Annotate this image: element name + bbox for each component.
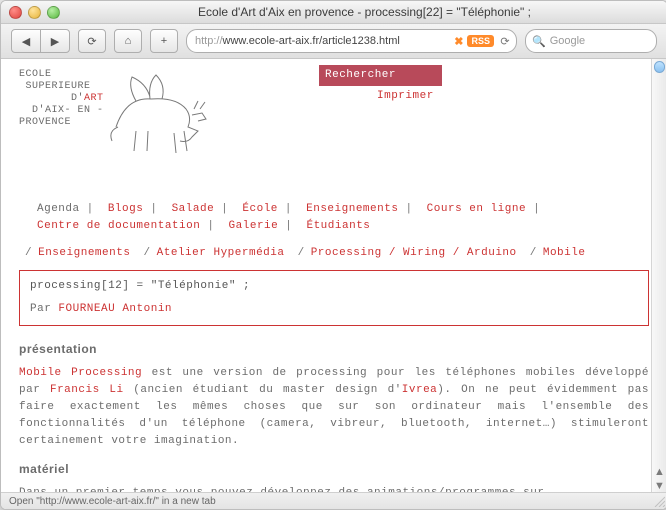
author-link[interactable]: FOURNEAU Antonin: [58, 303, 172, 315]
article-byline: Par FOURNEAU Antonin: [30, 301, 638, 318]
address-bar[interactable]: http://www.ecole-art-aix.fr/article1238.…: [186, 29, 517, 53]
crumb-mobile[interactable]: Mobile: [543, 247, 586, 259]
menu-item-galerie[interactable]: Galerie: [229, 220, 279, 232]
menu-item-agenda[interactable]: Agenda: [37, 203, 80, 215]
crumb-processing[interactable]: Processing / Wiring / Arduino: [311, 247, 517, 259]
section-materiel-title: matériel: [19, 460, 649, 479]
crumb-enseignements[interactable]: Enseignements: [38, 247, 130, 259]
main-menu: Agenda| Blogs| Salade| École| Enseigneme…: [19, 201, 649, 235]
window-title: Ecole d'Art d'Aix en provence - processi…: [70, 5, 659, 19]
scroll-up-icon[interactable]: ▲: [652, 465, 666, 479]
link-francis-li[interactable]: Francis Li: [50, 384, 124, 396]
window-controls: [9, 6, 60, 19]
search-placeholder: Google: [550, 35, 585, 47]
address-text: http://www.ecole-art-aix.fr/article1238.…: [195, 35, 450, 47]
scroll-down-icon[interactable]: ▼: [652, 479, 666, 493]
menu-item-ecole[interactable]: École: [242, 203, 278, 215]
reload-button[interactable]: ⟳: [78, 29, 106, 53]
status-bar: Open "http://www.ecole-art-aix.fr/" in a…: [1, 492, 666, 509]
menu-item-enseignements[interactable]: Enseignements: [306, 203, 398, 215]
search-icon: 🔍: [532, 35, 546, 48]
home-button[interactable]: ⌂: [114, 29, 142, 53]
browser-window: Ecole d'Art d'Aix en provence - processi…: [0, 0, 666, 510]
reload-icon: ⟳: [87, 35, 96, 48]
home-icon: ⌂: [125, 35, 132, 47]
back-button[interactable]: ◀: [11, 29, 41, 53]
stop-icon[interactable]: ✖: [454, 35, 463, 48]
forward-button[interactable]: ▶: [40, 29, 70, 53]
mascot-drawing-icon: [96, 67, 216, 157]
zoom-icon[interactable]: [47, 6, 60, 19]
print-link[interactable]: Imprimer: [377, 88, 649, 105]
resize-grip-icon[interactable]: [653, 495, 665, 507]
window-titlebar: Ecole d'Art d'Aix en provence - processi…: [1, 1, 666, 24]
menu-item-etudiants[interactable]: Étudiants: [306, 220, 370, 232]
back-icon: ◀: [22, 35, 30, 48]
page-content: ECOLE SUPERIEURE D'ART D'AIX- EN - PROVE…: [1, 59, 666, 493]
section-presentation-title: présentation: [19, 340, 649, 359]
breadcrumb: /Enseignements /Atelier Hypermédia /Proc…: [19, 245, 649, 262]
link-ivrea[interactable]: Ivrea: [402, 384, 438, 396]
crumb-atelier[interactable]: Atelier Hypermédia: [157, 247, 285, 259]
add-bookmark-button[interactable]: +: [150, 29, 178, 53]
browser-toolbar: ◀ ▶ ⟳ ⌂ + http://www.ecole-art-aix.fr/ar…: [1, 24, 666, 59]
rss-badge[interactable]: RSS: [467, 35, 494, 47]
search-field[interactable]: 🔍 Google: [525, 29, 657, 53]
article-header-box: processing[12] = "Téléphonie" ; Par FOUR…: [19, 270, 649, 326]
plus-icon: +: [161, 35, 167, 47]
site-search-button[interactable]: Rechercher: [319, 65, 442, 86]
status-text: Open "http://www.ecole-art-aix.fr/" in a…: [9, 496, 216, 507]
menu-item-cours[interactable]: Cours en ligne: [427, 203, 526, 215]
snapback-icon[interactable]: ⟳: [498, 34, 512, 48]
menu-item-blogs[interactable]: Blogs: [108, 203, 144, 215]
page-viewport: ECOLE SUPERIEURE D'ART D'AIX- EN - PROVE…: [1, 59, 666, 493]
top-right-tools: Rechercher Imprimer: [319, 65, 649, 105]
forward-icon: ▶: [51, 35, 59, 48]
link-mobile-processing[interactable]: Mobile Processing: [19, 367, 142, 379]
scroll-thumb[interactable]: [654, 61, 665, 73]
menu-item-docs[interactable]: Centre de documentation: [37, 220, 200, 232]
paragraph-presentation: Mobile Processing est une version de pro…: [19, 365, 649, 450]
nav-segment: ◀ ▶: [11, 29, 70, 53]
menu-item-salade[interactable]: Salade: [172, 203, 215, 215]
vertical-scrollbar[interactable]: ▲ ▼: [651, 59, 666, 493]
close-icon[interactable]: [9, 6, 22, 19]
minimize-icon[interactable]: [28, 6, 41, 19]
article-code-title: processing[12] = "Téléphonie" ;: [30, 278, 638, 295]
